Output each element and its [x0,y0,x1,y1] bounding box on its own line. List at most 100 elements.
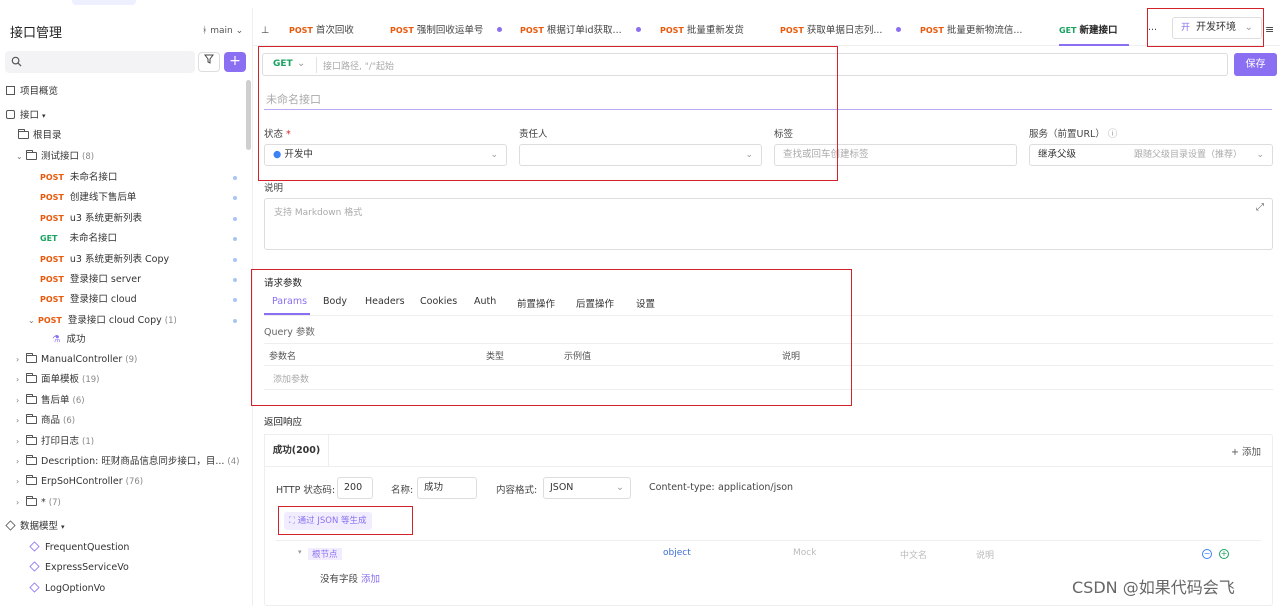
method-select[interactable]: GET [273,59,293,69]
save-button[interactable]: 保存 [1234,53,1277,76]
add-button[interactable]: + [224,52,246,72]
add-param-input[interactable]: 添加参数 [273,372,309,385]
mock-field[interactable]: Mock [793,548,816,558]
sidebar-item-overview[interactable]: 项目概览 [6,82,58,102]
root-type[interactable]: object [663,548,691,558]
endpoint-item[interactable]: POST 未命名接口 [40,168,117,188]
filter-button[interactable] [198,52,220,72]
case-success[interactable]: ⚗ 成功 [52,330,86,350]
sidebar-item-models[interactable]: 数据模型 ▾ [5,517,65,537]
divider [316,57,317,73]
model-item[interactable]: FrequentQuestion [29,538,130,558]
cn-name-field[interactable]: 中文名 [900,548,927,561]
folder-item[interactable]: › Description: 旺财商品信息同步接口，目... (4) [16,452,239,472]
endpoint-name-input[interactable]: 未命名接口 [264,90,1272,110]
caret-down-icon[interactable]: ▾ [298,548,302,556]
case-label: 成功 [66,334,86,345]
tab-item[interactable]: POST 根据订单id获取... [520,14,648,46]
sidebar-item-root[interactable]: 根目录 [18,126,62,146]
search-input[interactable] [5,51,195,73]
url-bar: GET ⌄ 接口路径, "/"起始 [262,53,1228,76]
environment-selector[interactable]: 开开发环境 ⌄ [1172,17,1262,39]
folder-item[interactable]: › 打印日志 (1) [16,432,94,452]
chevron-down-icon: ⌄ [297,58,306,69]
param-tab[interactable]: Auth [474,296,496,307]
model-icon [29,561,40,572]
tab-item[interactable]: POST 首次回收 [289,14,381,46]
service-label: 服务（前置URL） ⓘ [1029,126,1117,140]
tab-item[interactable]: POST 获取单据日志列... [780,14,910,46]
tab-item[interactable]: POST 批量更新物流信... [920,14,1050,46]
endpoint-item[interactable]: POST 创建线下售后单 [40,188,136,208]
folder-item[interactable]: › ManualController (9) [16,350,137,370]
desc-field[interactable]: 说明 [976,548,994,561]
folder-item[interactable]: › ErpSoHController (76) [16,472,143,492]
param-tab[interactable]: Body [323,296,347,307]
tab-item[interactable]: POST 批量重新发货 [660,14,770,46]
endpoint-item[interactable]: POST u3 系统更新列表 [40,209,142,229]
desc-label: 说明 [264,183,284,194]
folder-label: Description: 旺财商品信息同步接口，目... [41,456,225,467]
folder-item[interactable]: › * (7) [16,493,61,513]
param-tab[interactable]: 后置操作 [576,296,614,310]
endpoint-item[interactable]: GET 未命名接口 [40,229,117,249]
resp-name-input[interactable]: 成功 [417,477,477,499]
status-code-input[interactable]: 200 [337,477,373,499]
folder-item[interactable]: › 面单模板 (19) [16,370,99,390]
tab-item[interactable]: POST 强制回收运单号 [390,14,508,46]
branch-selector[interactable]: ᚼ main ⌄ [202,26,243,36]
folder-label: 测试接口 [41,151,80,162]
folder-count: (6) [63,416,76,427]
endpoint-label: 登录接口 server [69,274,141,285]
content-format-select[interactable]: JSON ⌄ [543,477,631,499]
content-format-label: 内容格式: [496,485,538,496]
generate-from-json-button[interactable]: ⛶ 通过 JSON 等生成 [284,512,372,530]
tab-label: 首次回收 [315,25,354,36]
param-tab[interactable]: Cookies [420,296,457,307]
endpoint-item[interactable]: ⌄ POST 登录接口 cloud Copy (1) [28,311,177,331]
description-editor[interactable]: 支持 Markdown 格式 ⤢ [264,198,1273,250]
plus-circle-icon[interactable]: + [1219,549,1229,559]
folder-item[interactable]: › 售后单 (6) [16,391,85,411]
root-node-label[interactable]: 根节点 [308,548,342,560]
endpoint-item[interactable]: POST 登录接口 server [40,270,141,290]
no-fields: 没有字段 添加 [320,571,380,585]
model-label: FrequentQuestion [45,542,130,553]
param-tab[interactable]: 前置操作 [517,296,555,310]
param-tab[interactable]: Params [272,296,307,307]
param-tab[interactable]: 设置 [636,296,655,310]
tags-placeholder: 查找或回车创建标签 [783,149,869,160]
endpoint-item[interactable]: POST u3 系统更新列表 Copy [40,250,169,270]
chevron-down-icon: ⌄ [490,150,498,160]
add-field-link[interactable]: 添加 [361,574,380,585]
tab-label: 强制回收运单号 [416,25,484,36]
endpoint-label: 未命名接口 [69,233,118,245]
pin-icon[interactable]: ⊥ [261,14,275,46]
endpoint-item[interactable]: POST 登录接口 cloud [40,290,137,310]
minus-circle-icon[interactable]: − [1202,549,1212,559]
folder-icon [26,455,37,465]
help-icon[interactable]: ⓘ [1108,129,1118,140]
status-label-text: 状态 [264,129,284,140]
folder-count: (19) [82,375,100,386]
tags-input[interactable]: 查找或回车创建标签 [774,144,1017,166]
status-select[interactable]: ● 开发中 ⌄ [264,144,507,166]
folder-test[interactable]: ⌄ 测试接口 (8) [16,147,94,167]
tab-item[interactable]: GET 新建接口 [1059,14,1129,46]
folder-item[interactable]: › 商品 (6) [16,411,75,431]
more-tabs-icon[interactable]: ··· [1148,14,1162,46]
status-code-label: HTTP 状态码: [276,485,336,496]
sidebar-item-api[interactable]: 接口 ▾ [6,106,46,126]
menu-icon[interactable]: ≡ [1265,23,1274,36]
sidebar-scrollbar[interactable] [246,80,251,150]
expand-icon[interactable]: ⤢ [1256,202,1264,213]
url-input[interactable]: 接口路径, "/"起始 [323,59,394,72]
model-item[interactable]: ExpressServiceVo [29,558,129,578]
param-tab[interactable]: Headers [365,296,405,307]
status-dot [233,176,237,180]
add-response-button[interactable]: + 添加 [1231,444,1261,458]
service-select[interactable]: 继承父级 跟随父级目录设置（推荐） ⌄ [1029,144,1273,166]
response-tab-success[interactable]: 成功(200) [264,434,329,466]
owner-select[interactable]: ⌄ [519,144,762,166]
model-item[interactable]: LogOptionVo [29,579,105,599]
